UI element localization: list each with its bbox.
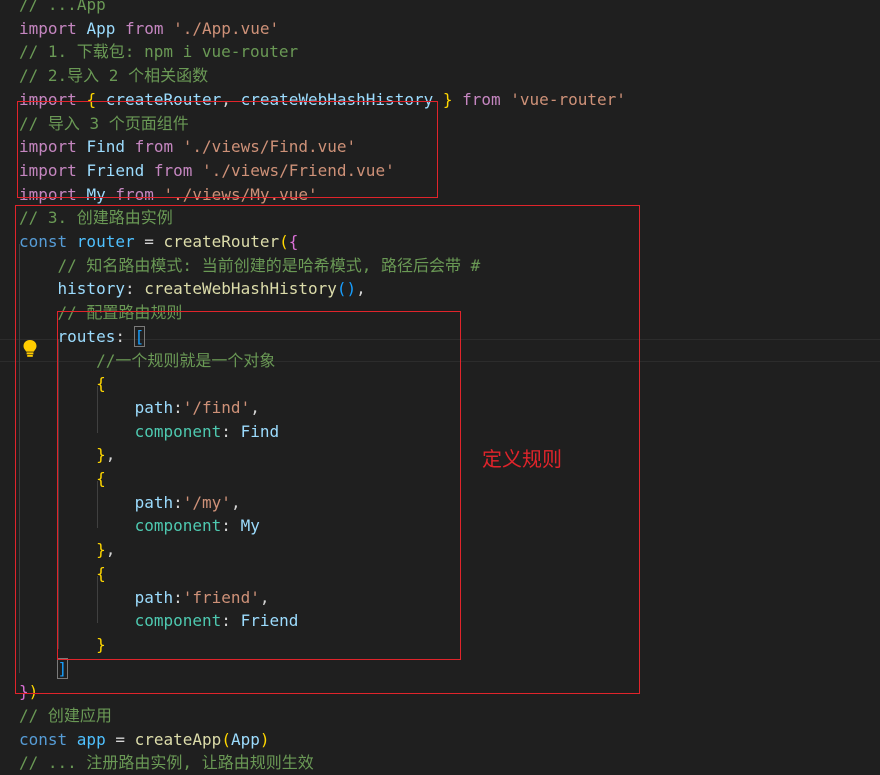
- code-token: ...: [47, 0, 77, 14]
- code-token: //: [19, 0, 48, 14]
- code-token: =: [105, 729, 135, 749]
- code-token: const: [19, 729, 77, 749]
- code-line[interactable]: // ...App: [19, 0, 106, 17]
- code-token: app: [76, 729, 106, 749]
- code-token: // 创建应用: [19, 706, 112, 725]
- code-token: App: [230, 729, 260, 749]
- code-token: // 2.导入 2 个相关函数: [19, 66, 209, 86]
- code-token: import: [19, 18, 87, 38]
- code-token: createApp: [134, 729, 222, 749]
- code-editor[interactable]: // ...App import App from './App.vue'// 1…: [0, 0, 880, 772]
- code-token: App: [86, 18, 125, 38]
- code-token: from: [124, 18, 174, 38]
- code-line[interactable]: // 2.导入 2 个相关函数: [19, 64, 208, 88]
- code-token: // 1. 下载包: npm i vue-router: [19, 42, 299, 62]
- imports-highlight-box: [17, 101, 438, 198]
- code-line[interactable]: // ... 注册路由实例, 让路由规则生效: [19, 751, 314, 775]
- code-token: // ... 注册路由实例, 让路由规则生效: [19, 753, 314, 773]
- code-line[interactable]: import App from './App.vue': [19, 17, 279, 41]
- code-token: 'vue-router': [510, 89, 626, 109]
- code-token: App: [76, 0, 106, 14]
- code-line[interactable]: // 1. 下载包: npm i vue-router: [19, 40, 298, 64]
- code-token: (: [221, 729, 231, 749]
- routes-highlight-box: [57, 311, 461, 660]
- code-token: from: [452, 89, 511, 109]
- code-line[interactable]: const app = createApp(App): [19, 728, 270, 752]
- annotation-label: 定义规则: [482, 447, 562, 471]
- code-token: './App.vue': [173, 18, 280, 38]
- code-line[interactable]: // 创建应用: [19, 704, 112, 728]
- code-token: ): [259, 729, 270, 749]
